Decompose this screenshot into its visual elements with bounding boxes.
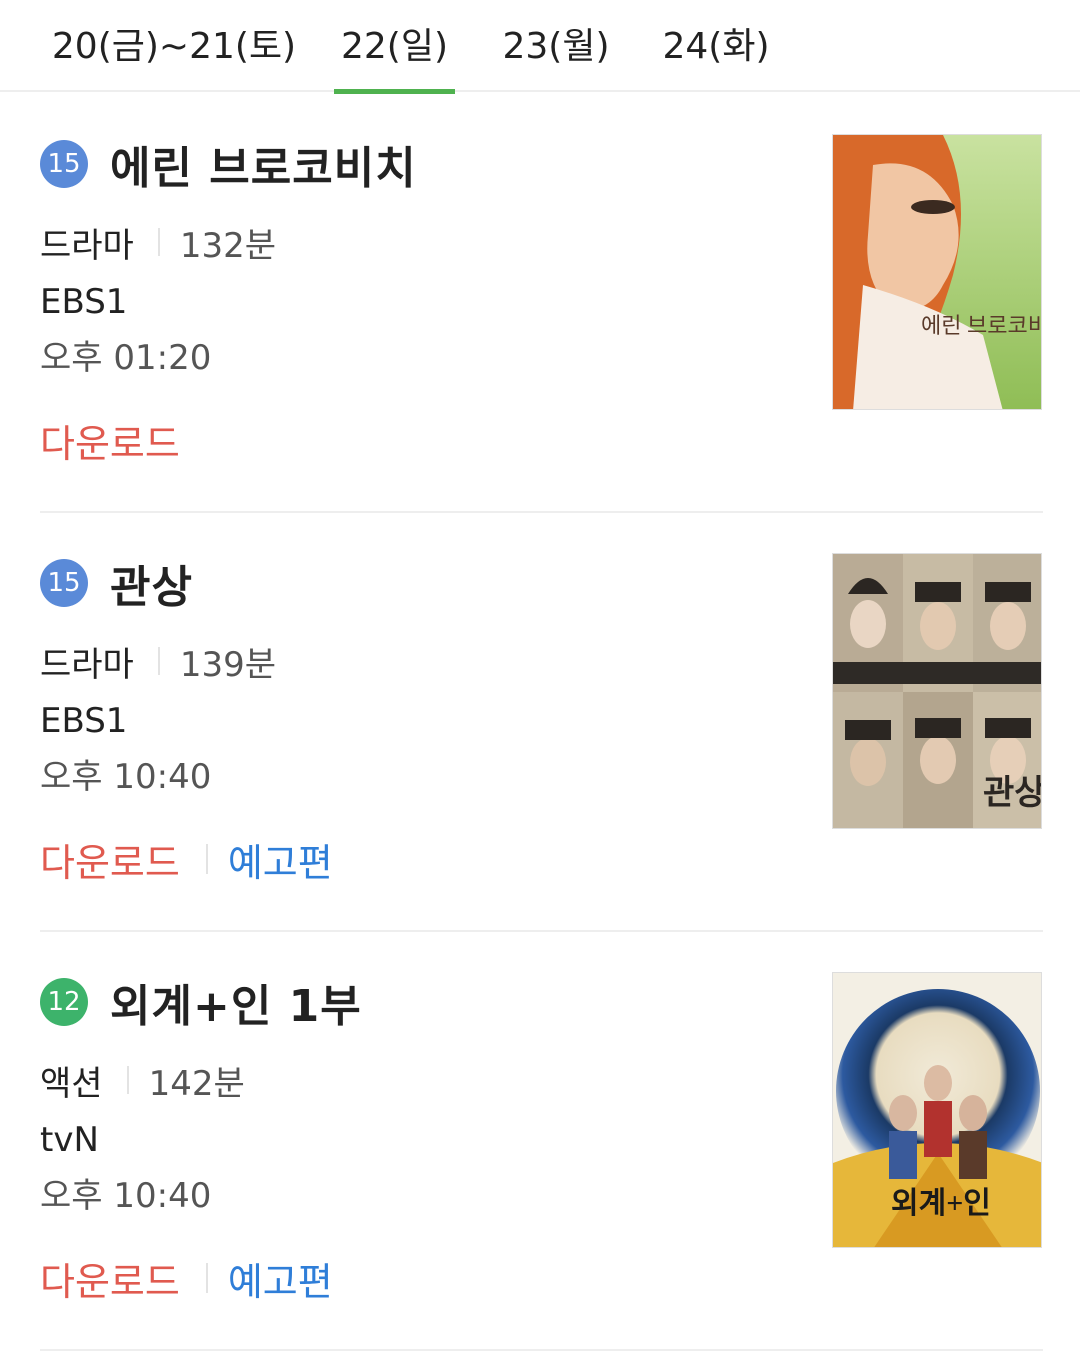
movie-poster[interactable]: 외계+인 bbox=[832, 972, 1042, 1248]
movie-airtime: 오후 01:20 bbox=[40, 338, 212, 378]
movie-title-row: 15 에린 브로코비치 bbox=[40, 138, 417, 194]
tab-date-22[interactable]: 22(일) bbox=[334, 0, 455, 94]
age-rating-badge: 12 bbox=[40, 978, 88, 1026]
movie-duration: 132분 bbox=[179, 225, 277, 266]
movie-title[interactable]: 에린 브로코비치 bbox=[110, 132, 417, 196]
poster-text: 관상 bbox=[983, 774, 1042, 812]
movie-links: 다운로드 bbox=[40, 416, 180, 466]
movie-list-item: 15 관상 드라마 139분 EBS1 오후 10:40 다운로드 예고편 관상 bbox=[40, 513, 1043, 932]
movie-genre: 액션 bbox=[40, 1063, 103, 1104]
download-link[interactable]: 다운로드 bbox=[40, 413, 180, 468]
movie-poster[interactable]: 에린 브로코비치 bbox=[832, 134, 1042, 410]
movie-links: 다운로드 예고편 bbox=[40, 835, 333, 885]
movie-channel: tvN bbox=[40, 1120, 99, 1160]
divider bbox=[126, 1066, 129, 1094]
movie-title-row: 12 외계+인 1부 bbox=[40, 976, 362, 1032]
movie-title[interactable]: 관상 bbox=[110, 551, 193, 615]
poster-image: 관상 bbox=[833, 554, 1042, 828]
date-tabs: 20(금)~21(토) 22(일) 23(월) 24(화) bbox=[0, 0, 1080, 94]
poster-text: 에린 브로코비치 bbox=[921, 313, 1042, 338]
movie-airtime: 오후 10:40 bbox=[40, 1176, 212, 1216]
poster-image: 에린 브로코비치 bbox=[833, 135, 1042, 409]
movie-genre: 드라마 bbox=[40, 644, 134, 685]
movie-poster[interactable]: 관상 bbox=[832, 553, 1042, 829]
divider bbox=[205, 844, 208, 874]
divider bbox=[157, 228, 160, 256]
movie-duration: 142분 bbox=[148, 1063, 245, 1104]
movie-duration: 139분 bbox=[179, 644, 277, 685]
movie-meta: 드라마 139분 bbox=[40, 639, 277, 685]
movie-airtime: 오후 10:40 bbox=[40, 757, 212, 797]
tab-date-24[interactable]: 24(화) bbox=[660, 0, 772, 92]
movie-meta: 액션 142분 bbox=[40, 1058, 245, 1104]
poster-image: 외계+인 bbox=[833, 973, 1041, 1247]
divider bbox=[157, 647, 160, 675]
download-link[interactable]: 다운로드 bbox=[40, 832, 180, 887]
movie-title-row: 15 관상 bbox=[40, 557, 193, 613]
movie-list-item: 15 에린 브로코비치 드라마 132분 EBS1 오후 01:20 다운로드 bbox=[40, 94, 1043, 513]
age-rating-badge: 15 bbox=[40, 559, 88, 607]
movie-title[interactable]: 외계+인 1부 bbox=[110, 970, 362, 1034]
tab-date-20-21[interactable]: 20(금)~21(토) bbox=[52, 0, 296, 92]
movie-channel: EBS1 bbox=[40, 701, 128, 741]
movie-list-item: 12 외계+인 1부 액션 142분 tvN 오후 10:40 다운로드 예고편 bbox=[40, 932, 1043, 1351]
divider bbox=[205, 1263, 208, 1293]
download-link[interactable]: 다운로드 bbox=[40, 1251, 180, 1306]
tab-date-23[interactable]: 23(월) bbox=[500, 0, 612, 92]
movie-links: 다운로드 예고편 bbox=[40, 1254, 333, 1304]
trailer-link[interactable]: 예고편 bbox=[228, 832, 333, 887]
movie-meta: 드라마 132분 bbox=[40, 220, 277, 266]
movie-channel: EBS1 bbox=[40, 282, 128, 322]
trailer-link[interactable]: 예고편 bbox=[228, 1251, 333, 1306]
movie-genre: 드라마 bbox=[40, 225, 134, 266]
age-rating-badge: 15 bbox=[40, 140, 88, 188]
poster-text: 외계+인 bbox=[891, 1187, 991, 1220]
